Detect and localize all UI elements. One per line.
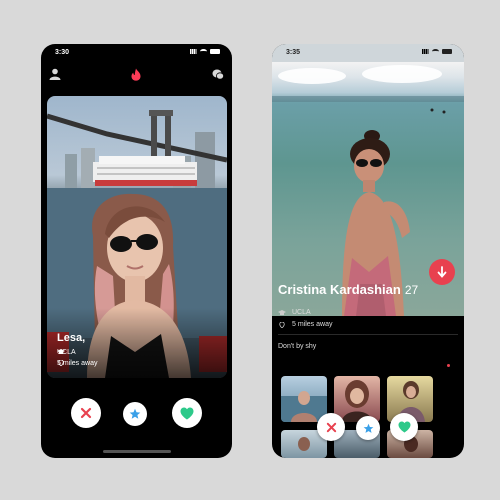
heart-icon	[398, 421, 410, 433]
battery-icon	[442, 49, 452, 54]
arrow-down-icon	[437, 266, 447, 278]
nope-button[interactable]	[317, 413, 345, 441]
super-like-button[interactable]	[123, 402, 147, 426]
profile-school-row: UCLA	[278, 309, 311, 316]
x-icon	[80, 407, 92, 419]
graduation-cap-icon	[57, 349, 65, 354]
card-distance-row: 5 miles away	[57, 360, 97, 367]
profile-icon[interactable]	[49, 68, 61, 80]
profile-bio: Don't by shy	[278, 343, 317, 350]
super-like-button[interactable]	[356, 416, 380, 440]
status-bar: 3:30	[41, 44, 232, 62]
divider	[278, 334, 458, 335]
indicator-dot	[447, 364, 450, 367]
card-school-row: UCLA	[57, 349, 76, 356]
flame-icon[interactable]	[130, 68, 142, 81]
status-bar: 3:35	[272, 44, 464, 62]
photo-thumbnail[interactable]	[334, 376, 380, 422]
star-icon	[363, 423, 373, 433]
chat-icon[interactable]	[212, 69, 224, 80]
top-nav	[41, 66, 232, 84]
home-indicator	[102, 450, 171, 453]
profile-distance: 5 miles away	[292, 321, 333, 328]
phone-profile-screen: 3:35 Cristina Kardashian 27 UCLA 5 miles…	[272, 44, 464, 458]
location-pin-icon	[279, 321, 285, 328]
profile-distance-row: 5 miles away	[278, 321, 332, 328]
signal-icon	[422, 49, 429, 54]
profile-card[interactable]: Lesa, UCLA 5 miles away	[47, 96, 227, 378]
photo-thumbnail[interactable]	[281, 376, 327, 422]
battery-icon	[210, 49, 220, 54]
card-name: Lesa,	[57, 332, 86, 344]
profile-school: UCLA	[292, 309, 311, 316]
like-button[interactable]	[390, 413, 418, 441]
x-icon	[326, 422, 336, 432]
signal-icon	[190, 49, 197, 54]
location-pin-icon	[58, 360, 64, 366]
profile-age: 27	[404, 283, 419, 297]
heart-icon	[180, 407, 194, 419]
info-collapse-button[interactable]	[429, 259, 455, 285]
like-button[interactable]	[172, 398, 202, 428]
wifi-icon	[200, 49, 207, 54]
star-icon	[129, 408, 141, 419]
wifi-icon	[432, 49, 439, 54]
status-time: 3:30	[55, 49, 70, 56]
profile-name: Cristina Kardashian	[278, 282, 401, 297]
phone-discover-screen: 3:30 Lesa, UCLA 5 miles away	[41, 44, 232, 458]
graduation-cap-icon	[278, 309, 286, 315]
status-time: 3:35	[286, 49, 301, 56]
profile-name-row: Cristina Kardashian 27	[278, 282, 418, 297]
nope-button[interactable]	[71, 398, 101, 428]
